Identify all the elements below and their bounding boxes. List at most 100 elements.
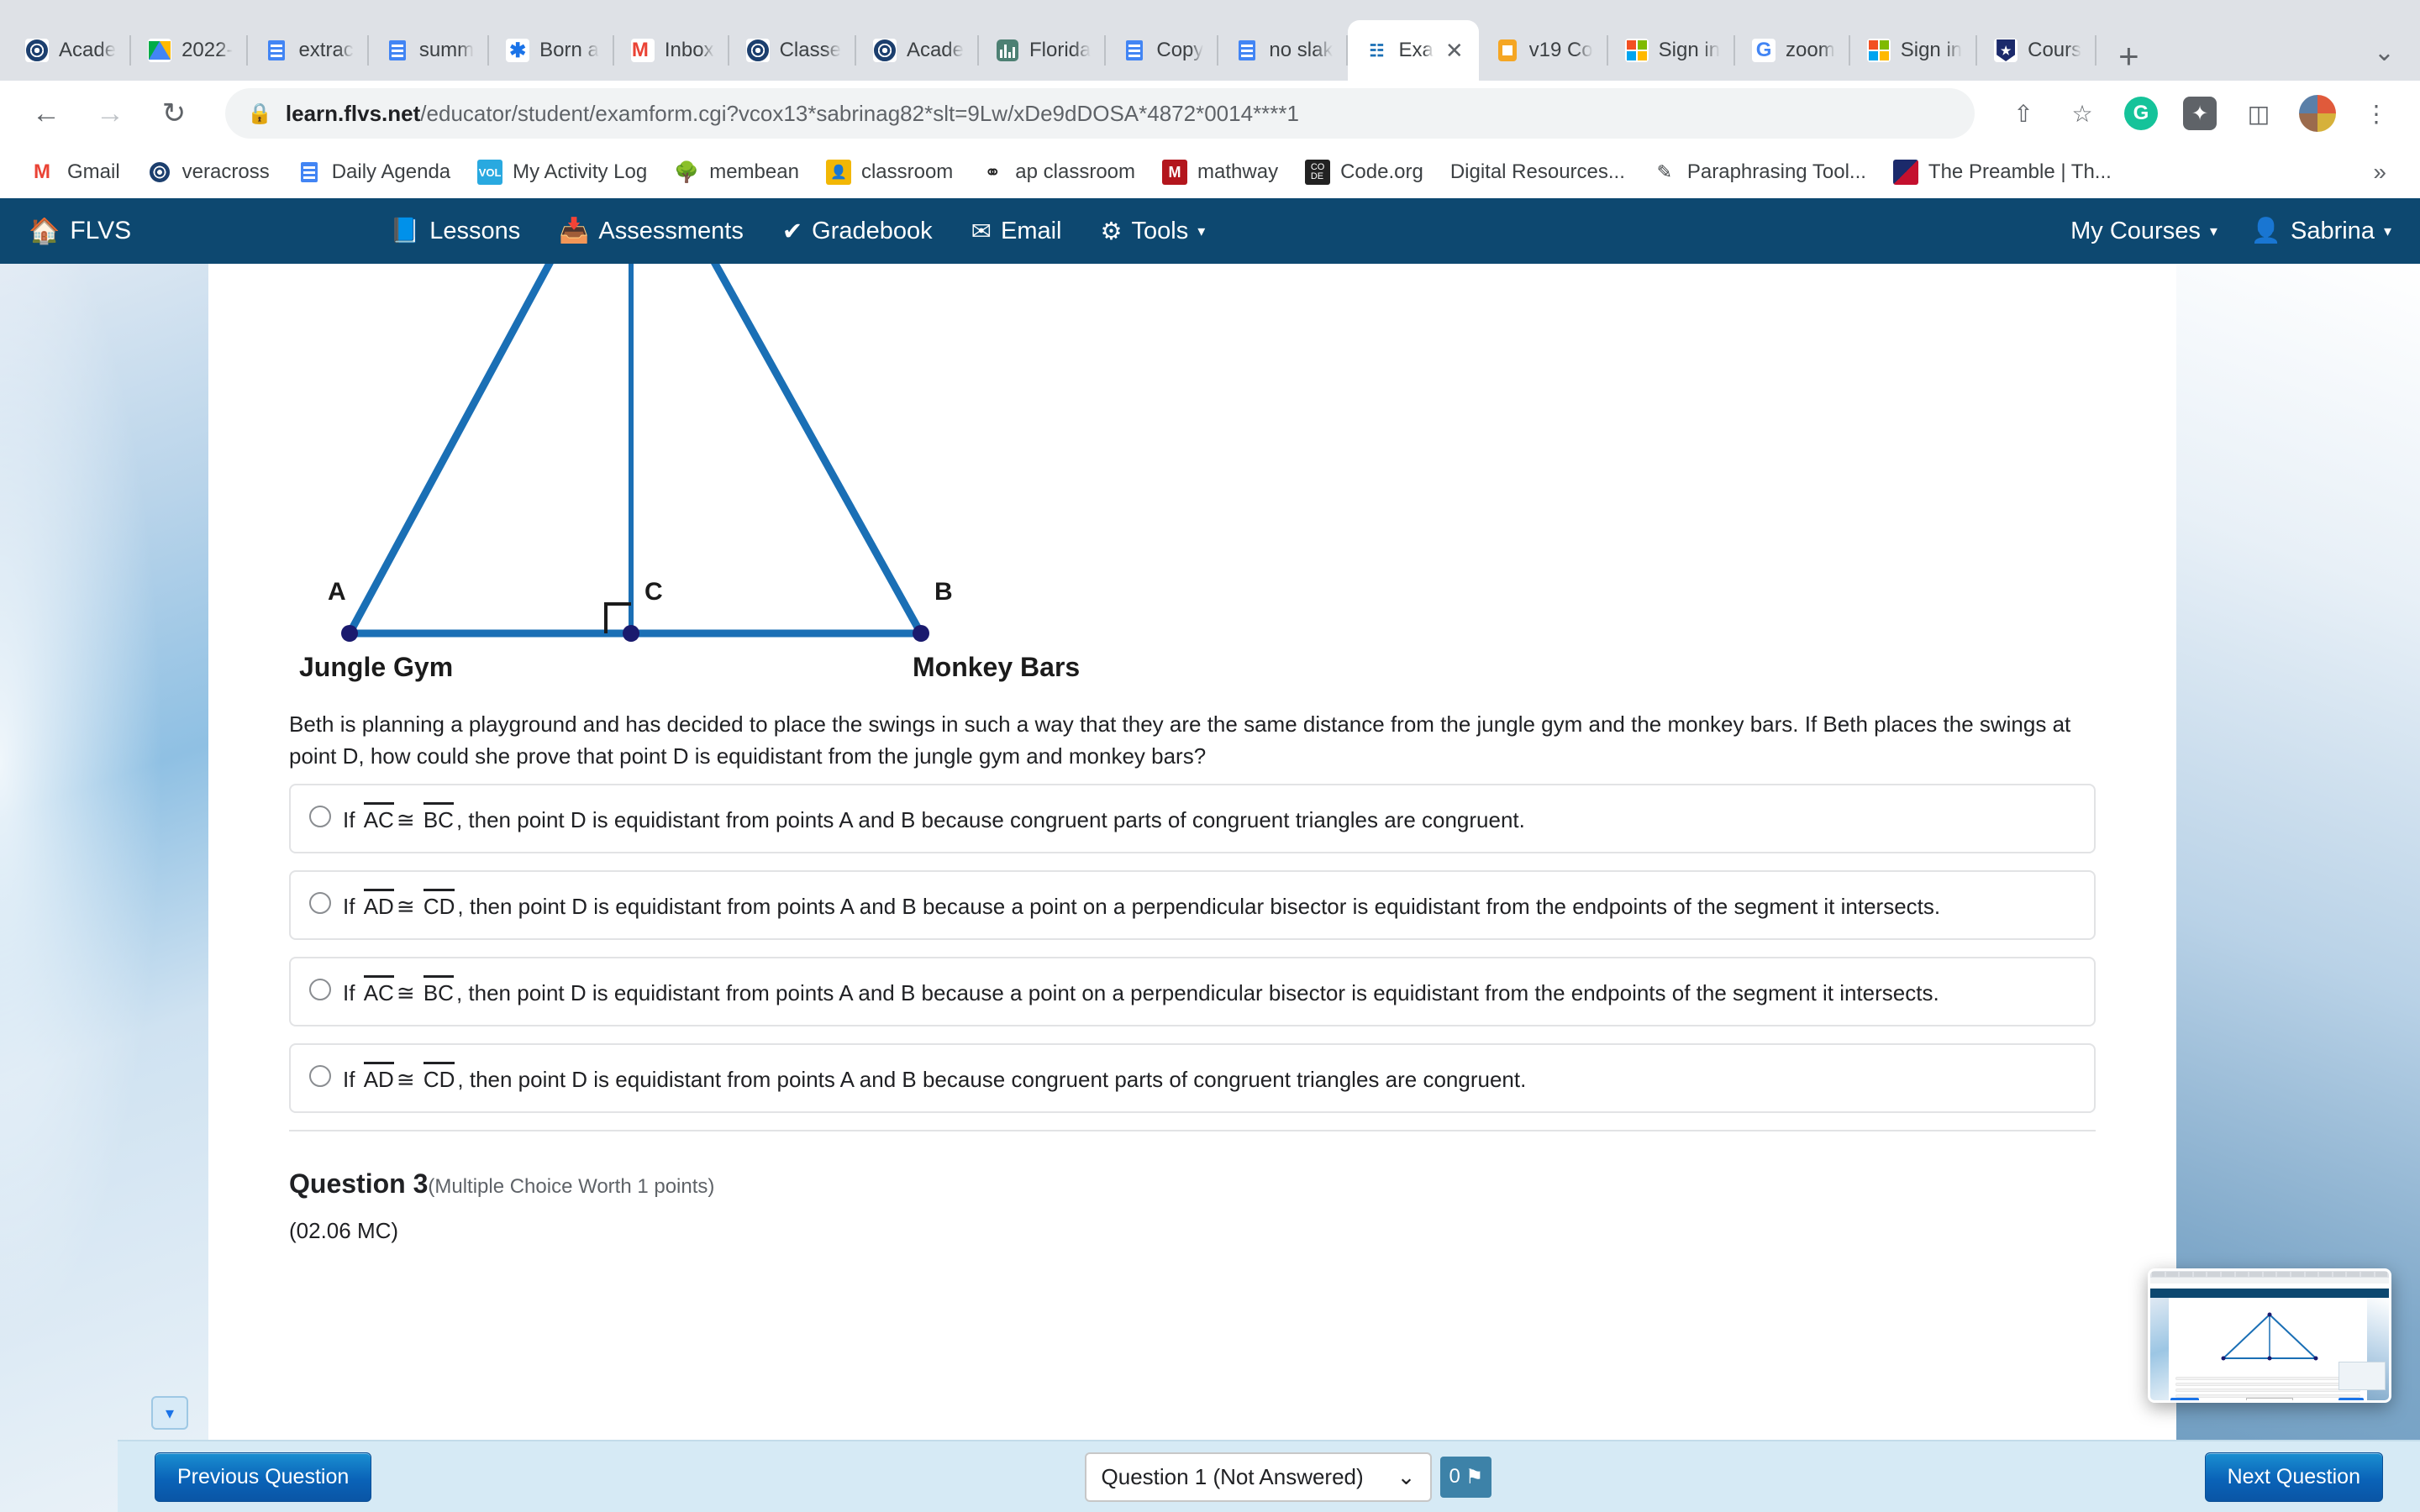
radio-button[interactable] — [309, 1065, 331, 1088]
back-icon[interactable]: ← — [22, 89, 71, 138]
browser-tab[interactable]: Copy — [1106, 20, 1219, 81]
v19-icon — [1496, 39, 1519, 62]
avatar[interactable] — [2296, 92, 2339, 135]
chrome-menu-icon[interactable]: ⋮ — [2354, 92, 2398, 135]
preamble-icon — [1892, 160, 1918, 185]
user-label: Sabrina — [2290, 217, 2375, 244]
bookmark-item[interactable]: veracross — [137, 160, 287, 185]
share-icon[interactable]: ⇧ — [2002, 92, 2045, 135]
tab-search-caret-icon[interactable]: ⌄ — [2374, 38, 2420, 81]
bookmark-star-icon[interactable]: ☆ — [2060, 92, 2104, 135]
browser-tab[interactable]: G zoom — [1735, 20, 1850, 81]
bookmark-item[interactable]: 🌳 membean — [664, 160, 816, 185]
nav-item-assessments[interactable]: 📥 Assessments — [559, 217, 744, 245]
tab-title: no slak — [1269, 39, 1334, 61]
bookmark-item[interactable]: M mathway — [1152, 160, 1295, 185]
answer-option[interactable]: If AC ≅ BC, then point D is equidistant f… — [289, 784, 2096, 854]
page-background-left — [0, 264, 208, 1512]
radio-button[interactable] — [309, 806, 331, 828]
browser-tab[interactable]: Inbox — [614, 20, 729, 81]
chevron-down-icon: ▾ — [2209, 222, 2217, 239]
bookmark-item[interactable]: CO DE Code.org — [1295, 160, 1440, 185]
chevron-down-icon: ⌄ — [1397, 1463, 1416, 1489]
browser-tab[interactable]: no slak — [1218, 20, 1349, 81]
next-question-button[interactable]: Next Question — [2204, 1452, 2383, 1502]
bookmarks-bar: Gmail veracross Daily Agenda VOL My Acti… — [0, 146, 2420, 198]
previous-question-button[interactable]: Previous Question — [155, 1452, 372, 1502]
address-bar[interactable]: 🔒 learn.flvs.net/educator/student/examfo… — [225, 88, 1975, 139]
book-icon: 📘 — [390, 218, 421, 244]
tab-title: zoom — [1786, 39, 1835, 61]
tab-title: Classe — [779, 39, 841, 61]
vertex-label-c: C — [644, 578, 663, 606]
flvs-main-nav: 📘 Lessons 📥 Assessments ✔ Gradebook ✉ Em… — [390, 217, 1205, 246]
bookmark-item[interactable]: 👤 classroom — [816, 160, 970, 185]
browser-tab[interactable]: summ — [369, 20, 490, 81]
new-tab-button[interactable]: + — [2096, 39, 2161, 81]
answer-option[interactable]: If AD ≅ CD, then point D is equidistant f… — [289, 1043, 2096, 1114]
bookmark-item[interactable]: ✎ Paraphrasing Tool... — [1642, 160, 1883, 185]
browser-tab[interactable]: Florida — [979, 20, 1107, 81]
tab-title: 2022- — [182, 39, 234, 61]
answer-option[interactable]: If AC ≅ BC, then point D is equidistant f… — [289, 957, 2096, 1027]
option-prefix: If — [343, 980, 355, 1006]
scroll-down-button[interactable]: ▾ — [151, 1396, 188, 1430]
grammarly-extension-icon[interactable]: G — [2119, 92, 2163, 135]
side-panel-icon[interactable]: ◫ — [2237, 92, 2281, 135]
nav-item-user-menu[interactable]: 👤 Sabrina ▾ — [2251, 217, 2391, 245]
browser-tab[interactable]: Acade — [856, 20, 980, 81]
preview-option-rows — [2175, 1377, 2360, 1400]
bookmark-item[interactable]: ⚭ ap classroom — [970, 160, 1152, 185]
bookmark-item[interactable]: Gmail — [22, 160, 137, 185]
segment-bd — [711, 264, 924, 636]
preview-prev-button — [2170, 1398, 2199, 1400]
preview-diagram — [2221, 1312, 2318, 1361]
nav-item-gradebook[interactable]: ✔ Gradebook — [782, 217, 933, 246]
bookmark-item[interactable]: Daily Agenda — [287, 160, 467, 185]
bookmark-item[interactable]: VOL My Activity Log — [467, 160, 664, 185]
browser-tab[interactable]: Acade — [8, 20, 132, 81]
ap-classroom-icon: ⚭ — [984, 160, 1002, 184]
browser-tab[interactable]: 2022- — [131, 20, 249, 81]
browser-tab[interactable]: ★ Cours — [1977, 20, 2097, 81]
microsoft-icon — [1624, 39, 1649, 62]
bookmark-label: classroom — [860, 160, 954, 183]
radio-button[interactable] — [309, 892, 331, 915]
brand-label: FLVS — [70, 217, 132, 244]
mathway-icon: M — [1162, 160, 1188, 185]
bookmark-item[interactable]: The Preamble | Th... — [1883, 160, 2128, 185]
tab-title: summ — [418, 39, 475, 61]
answer-option[interactable]: If AD ≅ CD, then point D is equidistant f… — [289, 870, 2096, 941]
segment-notation: AD — [363, 887, 394, 923]
nav-item-my-courses[interactable]: My Courses ▾ — [2070, 218, 2217, 245]
browser-tab[interactable]: Classe — [729, 20, 857, 81]
forward-icon[interactable]: → — [86, 89, 134, 138]
bookmark-item[interactable]: Digital Resources... — [1440, 160, 1642, 184]
radio-button[interactable] — [309, 979, 331, 1001]
browser-tab[interactable]: ✱ Born a — [489, 20, 614, 81]
tab-title: Acade — [59, 39, 117, 61]
point-c — [623, 625, 639, 642]
question-select[interactable]: Question 1 (Not Answered) ⌄ — [1084, 1452, 1433, 1502]
bookmarks-overflow-icon[interactable]: » — [2373, 159, 2398, 186]
membean-icon: 🌳 — [674, 160, 700, 184]
reload-icon[interactable]: ↻ — [150, 89, 198, 138]
screen-share-preview[interactable] — [2148, 1268, 2391, 1403]
browser-tab[interactable]: extrac — [248, 20, 370, 81]
nav-label: Email — [1000, 217, 1062, 244]
browser-tab-active[interactable]: ☷ Exa ✕ — [1348, 20, 1479, 81]
nav-item-lessons[interactable]: 📘 Lessons — [390, 217, 520, 245]
nav-item-tools[interactable]: ⚙ Tools ▾ — [1101, 217, 1206, 246]
browser-tab[interactable]: Sign in — [1850, 20, 1978, 81]
preview-flvs-nav — [2150, 1289, 2389, 1298]
close-icon[interactable]: ✕ — [1445, 38, 1464, 64]
gear-icon: ⚙ — [1100, 218, 1123, 245]
tab-title: Florida — [1029, 39, 1092, 61]
browser-tab[interactable]: Sign in — [1608, 20, 1736, 81]
flvs-brand[interactable]: 🏠 FLVS — [29, 217, 131, 246]
flag-count-badge[interactable]: 0 ⚑ — [1440, 1456, 1492, 1498]
extensions-puzzle-icon[interactable]: ✦ — [2178, 92, 2222, 135]
option-text: If AD ≅ CD, then point D is equidistant f… — [343, 887, 2075, 923]
browser-tab[interactable]: v19 Co — [1479, 20, 1608, 81]
nav-item-email[interactable]: ✉ Email — [971, 217, 1062, 246]
